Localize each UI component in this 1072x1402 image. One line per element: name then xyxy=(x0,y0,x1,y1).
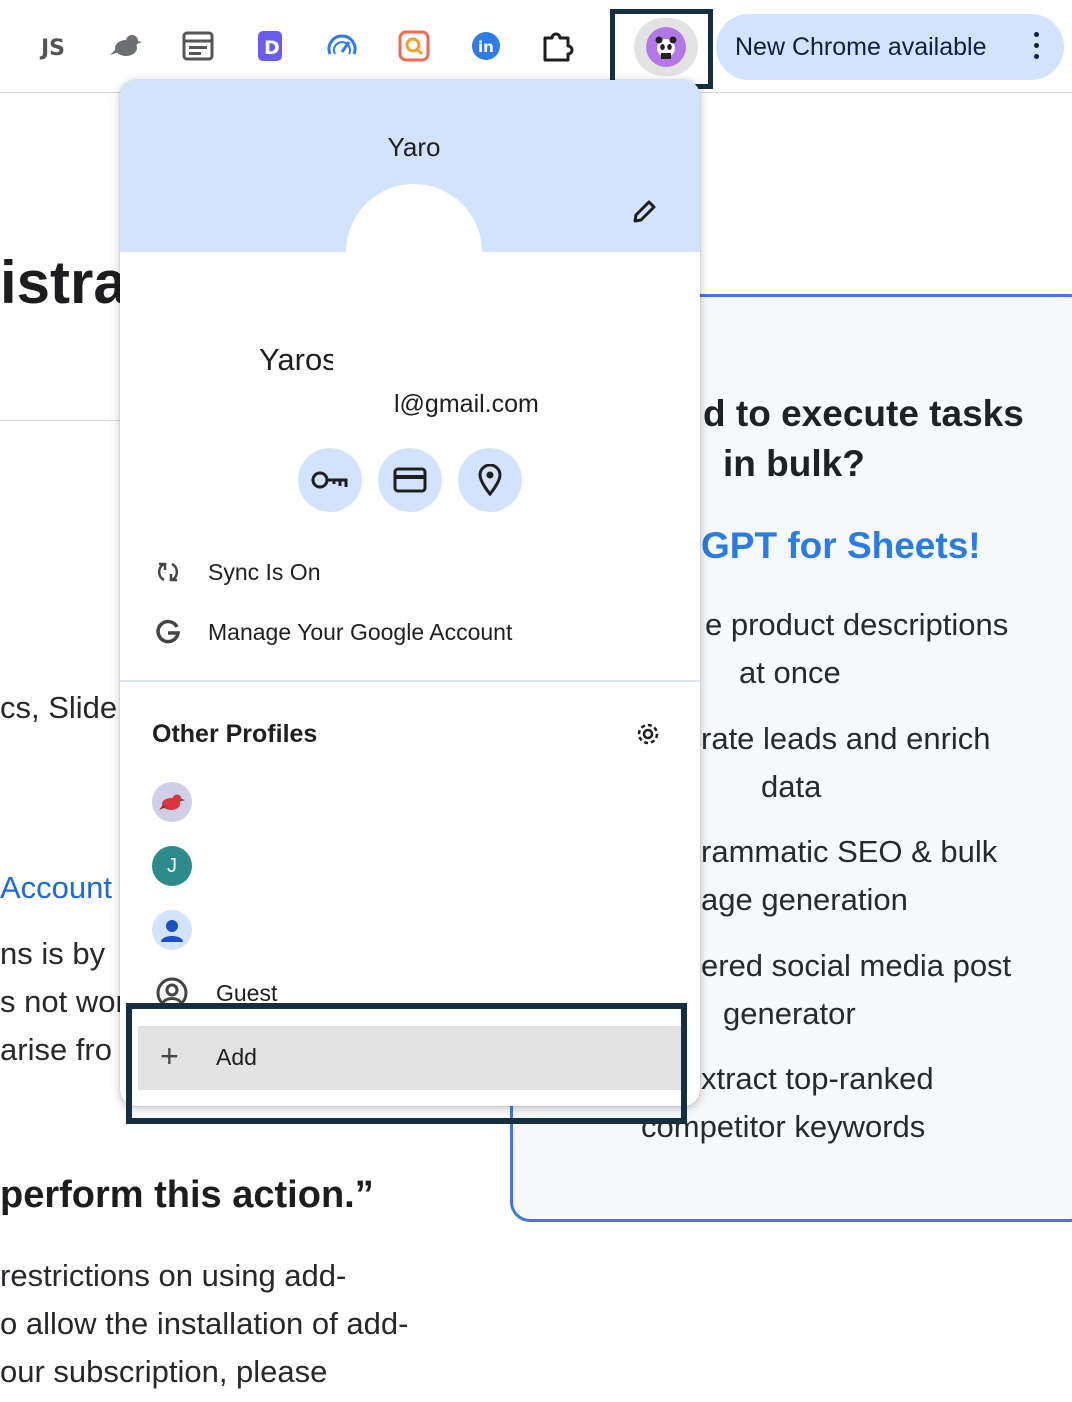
other-profiles-title: Other Profiles xyxy=(152,720,318,748)
account-email: l@gmail.com xyxy=(394,390,539,418)
body-text: arise fro xyxy=(0,1032,112,1067)
highlight-box-profile xyxy=(610,9,713,89)
edit-pencil-icon[interactable] xyxy=(624,192,664,232)
screen-extension-icon[interactable] xyxy=(180,28,216,64)
bird-avatar[interactable] xyxy=(152,782,192,822)
manage-account-label: Manage Your Google Account xyxy=(208,618,513,645)
promo-item: rammatic SEO & bulk xyxy=(701,834,998,869)
promo-item: rate leads and enrich xyxy=(701,721,991,756)
search-extension-icon[interactable] xyxy=(396,28,432,64)
speed-extension-icon[interactable] xyxy=(324,28,360,64)
body-text: cs, Slide xyxy=(0,690,118,725)
addresses-pin-icon[interactable] xyxy=(458,448,522,512)
bird-extension-icon[interactable] xyxy=(108,28,144,64)
payment-card-icon[interactable] xyxy=(378,448,442,512)
svg-text:D: D xyxy=(264,37,280,59)
promo-item: data xyxy=(761,769,822,804)
body-text: o allow the installation of add- xyxy=(0,1306,409,1341)
body-text: ns is by xyxy=(0,936,106,971)
gear-icon[interactable] xyxy=(634,720,662,748)
js-extension-icon[interactable]: JS xyxy=(36,28,72,64)
more-vert-icon[interactable] xyxy=(1034,32,1040,65)
d-extension-icon[interactable]: D xyxy=(252,28,288,64)
new-chrome-available-button[interactable]: New Chrome available xyxy=(716,14,1064,80)
body-text: restrictions on using add- xyxy=(0,1258,347,1293)
page-title-fragment: istra xyxy=(0,249,127,316)
svg-text:JS: JS xyxy=(39,36,65,61)
profile-header-name: Yaro xyxy=(387,132,441,162)
promo-item: age generation xyxy=(701,882,908,917)
account-name: Yaros xyxy=(259,342,333,377)
svg-text:in: in xyxy=(478,38,494,56)
divider xyxy=(0,420,120,421)
promo-heading: in bulk? xyxy=(723,443,865,484)
menu-separator xyxy=(120,680,700,682)
account-avatar xyxy=(346,184,482,320)
avatar-initial: J xyxy=(167,854,177,877)
person-avatar[interactable] xyxy=(152,910,192,950)
puzzle-extensions-icon[interactable] xyxy=(540,28,576,64)
promo-item: xtract top-ranked xyxy=(701,1061,934,1096)
promo-item: generator xyxy=(723,996,856,1031)
sync-row[interactable]: Sync Is On xyxy=(120,544,700,600)
body-text: our subscription, please xyxy=(0,1354,328,1389)
promo-heading: d to execute tasks xyxy=(703,393,1024,434)
promo-item: ered social media post xyxy=(701,948,1012,983)
highlight-box-add xyxy=(126,1003,687,1124)
promo-item: e product descriptions xyxy=(705,607,1009,642)
linkedin-extension-icon[interactable]: in xyxy=(468,28,504,64)
body-text: s not wor xyxy=(0,984,126,1019)
passwords-key-icon[interactable] xyxy=(298,448,362,512)
sync-icon xyxy=(154,558,182,586)
google-g-icon xyxy=(154,618,182,646)
letter-avatar[interactable]: J xyxy=(152,846,192,886)
promo-subheading: GPT for Sheets! xyxy=(701,525,981,566)
sync-label: Sync Is On xyxy=(208,558,321,585)
profile-menu: Yaro Yaros l@gmail.com Sync Is On Manage… xyxy=(120,80,700,1106)
promo-item: at once xyxy=(739,655,841,690)
section-heading: perform this action.” xyxy=(0,1174,374,1216)
manage-account-row[interactable]: Manage Your Google Account xyxy=(120,604,700,660)
account-link[interactable]: Account xyxy=(0,870,112,906)
update-label: New Chrome available xyxy=(735,32,987,61)
